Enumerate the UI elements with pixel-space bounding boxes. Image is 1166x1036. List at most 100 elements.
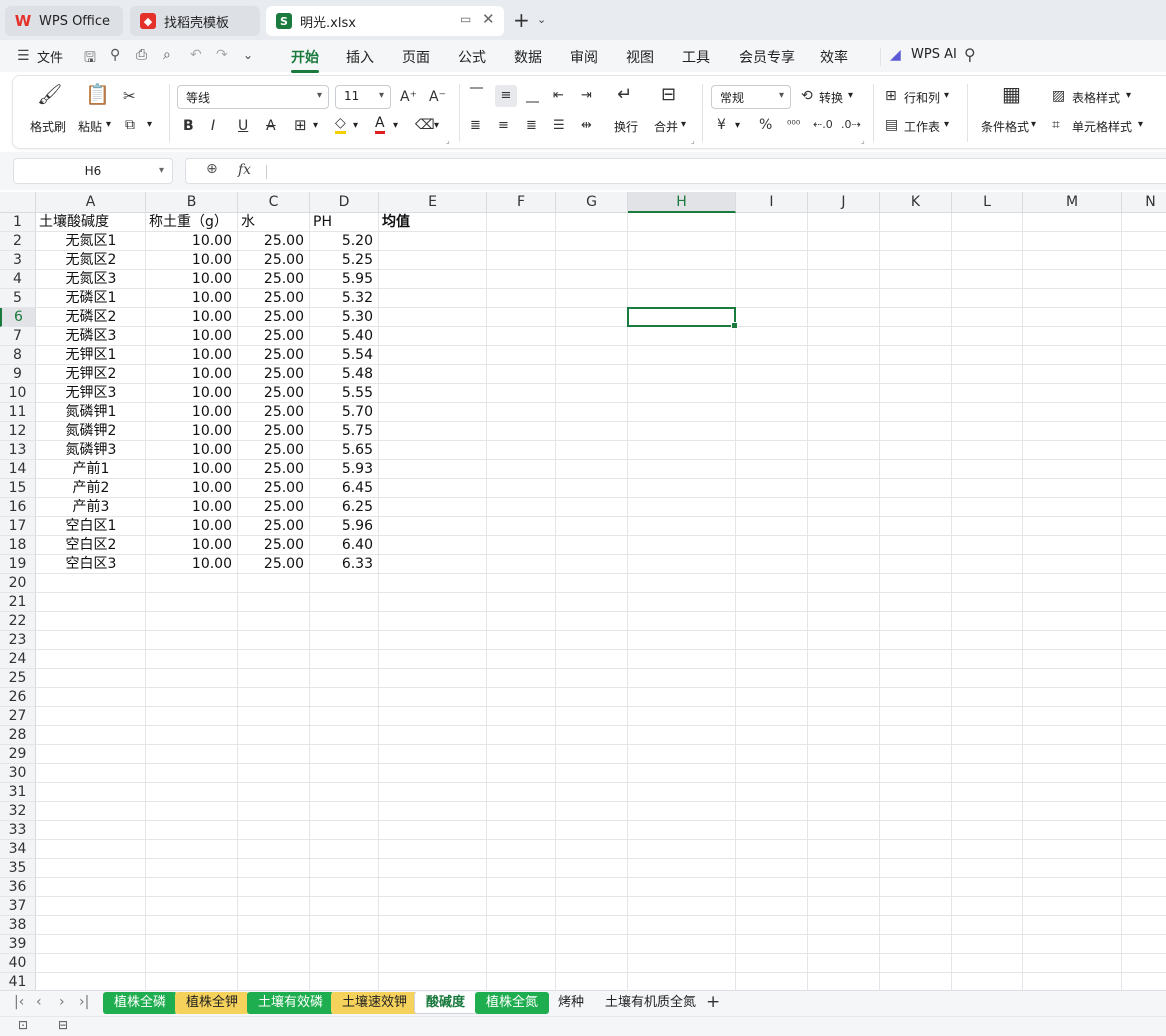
paste-button[interactable]: 粘贴	[78, 118, 102, 135]
row-header-32[interactable]: 32	[0, 802, 36, 821]
cell-c13[interactable]: 25.00	[238, 441, 310, 460]
currency-button[interactable]: ¥	[717, 117, 726, 133]
merge-cells-button[interactable]: 合并	[654, 118, 678, 135]
fill-color-icon[interactable]: ◇	[335, 115, 346, 134]
convert-chevron-icon[interactable]: ▾	[848, 90, 853, 101]
row-header-27[interactable]: 27	[0, 707, 36, 726]
table-style-chevron-icon[interactable]: ▾	[1126, 90, 1131, 101]
quick-access-chevron-icon[interactable]: ⌄	[243, 48, 253, 62]
column-header-f[interactable]: F	[487, 192, 556, 213]
sheet-tab-7[interactable]: 土壤有机质全氮	[594, 992, 707, 1014]
menu-tools[interactable]: 工具	[682, 47, 710, 67]
menu-view[interactable]: 视图	[626, 47, 654, 67]
undo-icon[interactable]: ↶	[190, 47, 202, 63]
cell-b9[interactable]: 10.00	[146, 365, 238, 384]
currency-chevron-icon[interactable]: ▾	[735, 120, 740, 131]
menu-home[interactable]: 开始	[291, 47, 319, 73]
font-color-chevron-icon[interactable]: ▾	[393, 120, 398, 131]
cell-d11[interactable]: 5.70	[310, 403, 379, 422]
increase-decimal-icon[interactable]: ⇠.0	[813, 117, 833, 133]
column-header-d[interactable]: D	[310, 192, 379, 213]
row-header-19[interactable]: 19	[0, 555, 36, 574]
selected-cell-h6[interactable]	[627, 307, 738, 329]
row-header-1[interactable]: 1	[0, 213, 36, 232]
column-header-j[interactable]: J	[808, 192, 880, 213]
cell-c8[interactable]: 25.00	[238, 346, 310, 365]
cell-style-button[interactable]: 单元格样式	[1072, 118, 1132, 135]
align-bottom-icon[interactable]: ⎽	[526, 89, 539, 105]
column-header-a[interactable]: A	[36, 192, 146, 213]
cell-d7[interactable]: 5.40	[310, 327, 379, 346]
cell-a1[interactable]: 土壤酸碱度	[36, 213, 146, 232]
menu-data[interactable]: 数据	[514, 47, 542, 67]
cell-c16[interactable]: 25.00	[238, 498, 310, 517]
row-header-35[interactable]: 35	[0, 859, 36, 878]
copy-icon[interactable]: ⧉	[125, 117, 135, 133]
number-format-select[interactable]: 常规 ▾	[711, 85, 791, 109]
column-header-b[interactable]: B	[146, 192, 238, 213]
cell-a4[interactable]: 无氮区3	[36, 270, 146, 289]
cell-c14[interactable]: 25.00	[238, 460, 310, 479]
bold-icon[interactable]: B	[183, 118, 194, 134]
borders-icon[interactable]: ⊞	[294, 117, 307, 133]
column-header-h[interactable]: H	[628, 192, 736, 213]
cell-c10[interactable]: 25.00	[238, 384, 310, 403]
row-header-14[interactable]: 14	[0, 460, 36, 479]
cell-a17[interactable]: 空白区1	[36, 517, 146, 536]
sheet-tab-1[interactable]: 植株全钾	[175, 992, 250, 1014]
row-header-11[interactable]: 11	[0, 403, 36, 422]
row-header-33[interactable]: 33	[0, 821, 36, 840]
cell-d16[interactable]: 6.25	[310, 498, 379, 517]
row-header-23[interactable]: 23	[0, 631, 36, 650]
cell-c17[interactable]: 25.00	[238, 517, 310, 536]
underline-icon[interactable]: U	[238, 118, 248, 134]
menu-page[interactable]: 页面	[402, 47, 430, 67]
row-header-40[interactable]: 40	[0, 954, 36, 973]
save-icon[interactable]: 🖫	[84, 47, 96, 71]
cell-c3[interactable]: 25.00	[238, 251, 310, 270]
font-size-select[interactable]: 11 ▾	[335, 85, 391, 109]
row-header-38[interactable]: 38	[0, 916, 36, 935]
cell-b10[interactable]: 10.00	[146, 384, 238, 403]
print-preview-icon[interactable]: ⌕	[163, 47, 171, 63]
thousands-separator-icon[interactable]: ⁰⁰⁰	[787, 117, 800, 133]
share-icon[interactable]: ⚲	[110, 47, 120, 63]
spreadsheet-grid[interactable]: ABCDEFGHIJKLMN 1 2 3 4 5 6 7 8 9 10 11 12 13 14 15 16 17…	[0, 192, 1166, 990]
row-header-16[interactable]: 16	[0, 498, 36, 517]
cell-a5[interactable]: 无磷区1	[36, 289, 146, 308]
select-all-corner[interactable]	[0, 192, 36, 213]
cell-c7[interactable]: 25.00	[238, 327, 310, 346]
cell-d12[interactable]: 5.75	[310, 422, 379, 441]
close-tab-icon[interactable]: ✕	[482, 10, 495, 28]
cell-a18[interactable]: 空白区2	[36, 536, 146, 555]
cell-d13[interactable]: 5.65	[310, 441, 379, 460]
hamburger-icon[interactable]: ☰	[17, 48, 30, 64]
cell-c15[interactable]: 25.00	[238, 479, 310, 498]
font-dialog-launcher-icon[interactable]: ⌟	[446, 136, 450, 145]
cell-d4[interactable]: 5.95	[310, 270, 379, 289]
column-header-l[interactable]: L	[952, 192, 1023, 213]
row-header-17[interactable]: 17	[0, 517, 36, 536]
increase-indent-icon[interactable]: ⇥	[581, 88, 592, 104]
row-header-4[interactable]: 4	[0, 270, 36, 289]
conditional-format-chevron-icon[interactable]: ▾	[1031, 119, 1036, 130]
format-painter-icon[interactable]: 🖌	[37, 84, 62, 104]
row-header-13[interactable]: 13	[0, 441, 36, 460]
cell-a15[interactable]: 产前2	[36, 479, 146, 498]
new-tab-icon[interactable]: +	[513, 8, 530, 32]
font-color-icon[interactable]: A	[375, 115, 385, 134]
name-box[interactable]: H6 ▾	[13, 158, 173, 184]
menu-file[interactable]: 文件	[37, 47, 63, 66]
cell-style-chevron-icon[interactable]: ▾	[1138, 119, 1143, 130]
convert-button[interactable]: 转换	[819, 89, 843, 106]
cell-c1[interactable]: 水	[238, 213, 310, 232]
restore-window-icon[interactable]: ▭	[460, 12, 471, 26]
align-middle-icon[interactable]: ≡	[495, 85, 517, 107]
cell-a7[interactable]: 无磷区3	[36, 327, 146, 346]
wrap-text-button[interactable]: 换行	[614, 118, 638, 135]
merge-chevron-icon[interactable]: ▾	[681, 119, 686, 130]
row-header-20[interactable]: 20	[0, 574, 36, 593]
table-style-icon[interactable]: ▨	[1052, 88, 1065, 104]
row-header-18[interactable]: 18	[0, 536, 36, 555]
cell-a10[interactable]: 无钾区3	[36, 384, 146, 403]
